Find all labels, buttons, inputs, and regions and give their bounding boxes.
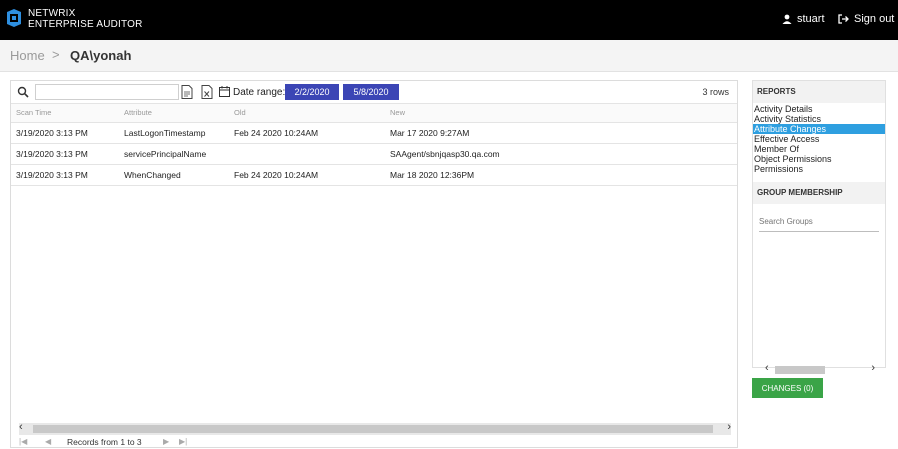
report-item-permissions[interactable]: Permissions <box>753 164 885 174</box>
netwrix-logo-icon <box>7 9 21 27</box>
cell-attribute: WhenChanged <box>124 170 181 180</box>
sign-out-button[interactable]: Sign out <box>838 13 894 25</box>
sign-out-icon <box>838 14 849 24</box>
report-item-attribute-changes[interactable]: Attribute Changes <box>753 124 885 134</box>
next-page-icon[interactable]: ▶ <box>163 437 169 446</box>
cell-scan-time: 3/19/2020 3:13 PM <box>16 170 88 180</box>
report-list: Activity Details Activity Statistics Att… <box>753 103 885 174</box>
cell-new: Mar 18 2020 12:36PM <box>390 170 475 180</box>
column-header-new[interactable]: New <box>385 104 737 122</box>
scrollbar-thumb[interactable] <box>33 425 713 433</box>
cell-attribute: servicePrincipalName <box>124 149 207 159</box>
prev-page-icon[interactable]: ◀ <box>45 437 51 446</box>
group-membership-title: GROUP MEMBERSHIP <box>753 182 885 204</box>
search-input[interactable] <box>35 84 179 100</box>
report-item-activity-statistics[interactable]: Activity Statistics <box>753 114 885 124</box>
breadcrumb-separator: > <box>52 47 60 62</box>
reports-title: REPORTS <box>753 81 885 103</box>
table-row[interactable]: 3/19/2020 3:13 PM servicePrincipalName S… <box>11 144 737 165</box>
column-header-scan-time[interactable]: Scan Time <box>11 104 119 122</box>
cell-new: SAAgent/sbnjqasp30.qa.com <box>390 149 500 159</box>
export-pdf-icon[interactable] <box>181 85 193 99</box>
grid-toolbar: Date range: 2/2/2020 5/8/2020 3 rows <box>11 81 737 103</box>
report-item-member-of[interactable]: Member Of <box>753 144 885 154</box>
scroll-right-icon[interactable]: › <box>871 362 875 374</box>
user-menu[interactable]: stuart <box>782 13 825 25</box>
scroll-right-icon[interactable]: › <box>727 421 731 433</box>
cell-scan-time: 3/19/2020 3:13 PM <box>16 149 88 159</box>
breadcrumb-home-link[interactable]: Home <box>10 48 45 63</box>
reports-sidebar: REPORTS Activity Details Activity Statis… <box>752 80 886 374</box>
scroll-left-icon[interactable]: ‹ <box>19 421 23 433</box>
pager: |◀ ◀ Records from 1 to 3 ▶ ▶| <box>11 437 737 449</box>
report-item-activity-details[interactable]: Activity Details <box>753 104 885 114</box>
cell-old: Feb 24 2020 10:24AM <box>234 128 319 138</box>
cell-new: Mar 17 2020 9:27AM <box>390 128 470 138</box>
calendar-icon <box>219 86 230 97</box>
table-row[interactable]: 3/19/2020 3:13 PM WhenChanged Feb 24 202… <box>11 165 737 186</box>
top-bar: NETWRIX ENTERPRISE AUDITOR stuart Sign o… <box>0 0 898 40</box>
grid-horizontal-scrollbar[interactable]: ‹ › <box>19 421 731 435</box>
brand-name: NETWRIX ENTERPRISE AUDITOR <box>28 8 143 30</box>
changes-grid: Scan Time Attribute Old New 3/19/2020 3:… <box>11 103 737 186</box>
cell-scan-time: 3/19/2020 3:13 PM <box>16 128 88 138</box>
row-count: 3 rows <box>702 87 729 97</box>
date-to-button[interactable]: 5/8/2020 <box>343 84 399 100</box>
user-name: stuart <box>797 13 825 25</box>
brand-line-1: NETWRIX <box>28 8 76 19</box>
group-horizontal-scrollbar[interactable]: ‹ › <box>755 362 883 376</box>
date-from-button[interactable]: 2/2/2020 <box>285 84 339 100</box>
brand-line-2: ENTERPRISE AUDITOR <box>28 19 143 30</box>
scrollbar-thumb[interactable] <box>775 366 825 374</box>
changes-button[interactable]: CHANGES (0) <box>752 378 823 398</box>
sign-out-label: Sign out <box>854 13 895 25</box>
scroll-left-icon[interactable]: ‹ <box>765 362 769 374</box>
report-item-object-permissions[interactable]: Object Permissions <box>753 154 885 164</box>
column-header-old[interactable]: Old <box>229 104 385 122</box>
first-page-icon[interactable]: |◀ <box>19 437 27 446</box>
last-page-icon[interactable]: ▶| <box>179 437 187 446</box>
records-label: Records from 1 to 3 <box>67 437 142 447</box>
user-icon <box>782 14 792 24</box>
export-excel-icon[interactable] <box>201 85 213 99</box>
cell-old <box>229 144 385 164</box>
group-search-input[interactable] <box>759 212 879 232</box>
cell-old: Feb 24 2020 10:24AM <box>234 170 319 180</box>
breadcrumb: Home > QA\yonah <box>0 40 898 72</box>
column-header-attribute[interactable]: Attribute <box>119 104 229 122</box>
search-icon <box>17 86 29 98</box>
breadcrumb-current: QA\yonah <box>70 48 132 63</box>
table-row[interactable]: 3/19/2020 3:13 PM LastLogonTimestamp Feb… <box>11 123 737 144</box>
grid-header: Scan Time Attribute Old New <box>11 103 737 123</box>
changes-panel: Date range: 2/2/2020 5/8/2020 3 rows Sca… <box>10 80 738 448</box>
date-range-label: Date range: <box>233 87 286 98</box>
report-item-effective-access[interactable]: Effective Access <box>753 134 885 144</box>
cell-attribute: LastLogonTimestamp <box>124 128 206 138</box>
